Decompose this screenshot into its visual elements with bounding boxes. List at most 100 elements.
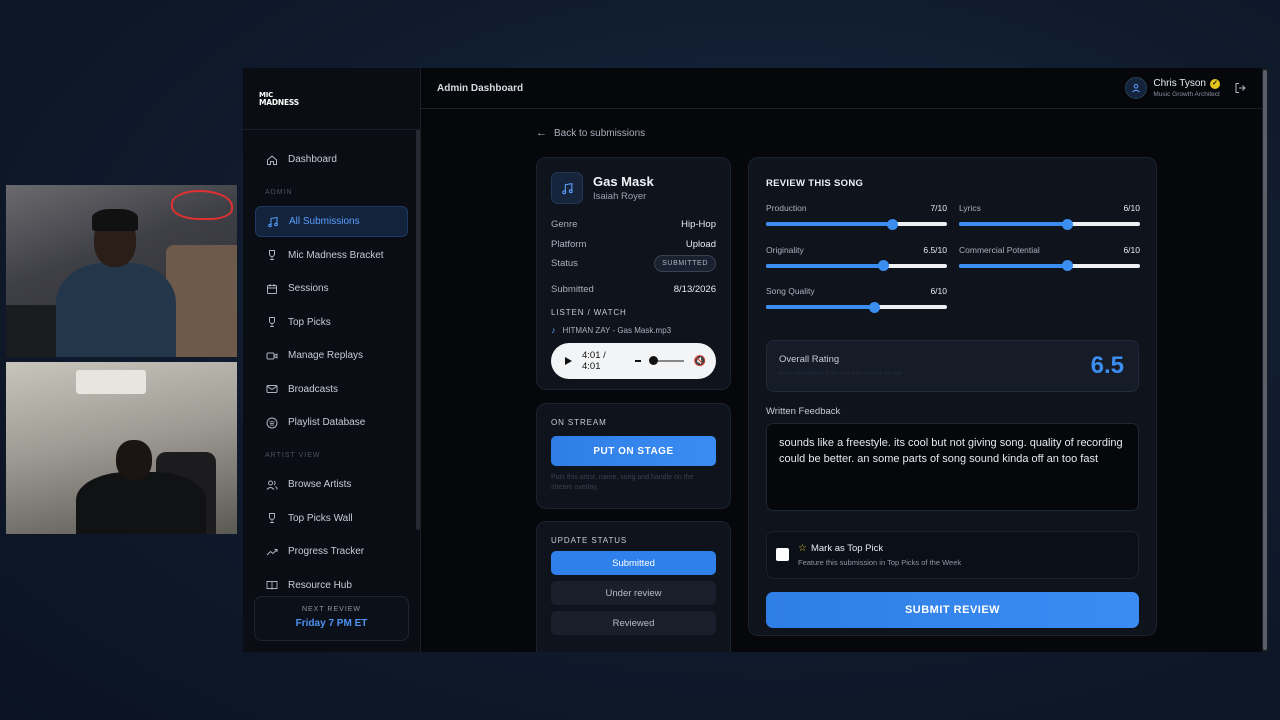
user-menu[interactable]: Chris Tyson ✓ Music Growth Architect <box>1125 77 1220 99</box>
user-avatar-icon <box>1125 77 1148 99</box>
sidebar-item-dashboard[interactable]: Dashboard <box>255 144 408 175</box>
spotify-icon <box>265 416 279 430</box>
meta-row-genre: Genre Hip-Hop <box>551 219 716 231</box>
volume-low-icon <box>634 360 642 362</box>
score-sliders: Production 7/10 Lyrics 6/10 Originality 6.5… <box>766 203 1140 328</box>
trophy-icon <box>265 315 279 329</box>
slider-commercial-potential[interactable]: Commercial Potential 6/10 <box>959 245 1140 287</box>
meta-row-submitted: Submitted 8/13/2026 <box>551 283 716 295</box>
status-badge: SUBMITTED <box>654 255 716 273</box>
user-role: Music Growth Architect <box>1153 91 1220 98</box>
music-note-icon: ♪ <box>551 325 556 335</box>
trend-icon <box>265 545 279 559</box>
sidebar-item-label: Resource Hub <box>288 579 352 591</box>
song-title: Gas Mask <box>593 174 654 189</box>
sidebar-item-top-picks-wall[interactable]: Top Picks Wall <box>255 503 408 534</box>
meta-row-status: Status SUBMITTED <box>551 254 716 274</box>
slider-handle[interactable] <box>869 301 881 313</box>
audio-player: 4:01 / 4:01 🔇 <box>551 343 716 379</box>
top-pick-description: Feature this submission in Top Picks of … <box>798 557 962 567</box>
on-stream-hint: Puts this artist, name, song and handle … <box>551 474 694 491</box>
status-option-reviewed[interactable]: Reviewed <box>551 611 716 635</box>
sidebar-item-label: All Submissions <box>289 216 360 227</box>
review-title: REVIEW THIS SONG <box>766 178 864 189</box>
update-status-label: UPDATE STATUS <box>551 536 628 545</box>
slider-lyrics[interactable]: Lyrics 6/10 <box>959 203 1140 245</box>
sidebar-item-playlist-database[interactable]: Playlist Database <box>255 407 408 438</box>
review-card: REVIEW THIS SONG Production 7/10 Lyrics 6/… <box>748 157 1157 636</box>
top-bar: Admin Dashboard Chris Tyson ✓ Music Growt… <box>421 68 1268 109</box>
logo-line-2: MADNESS <box>259 97 299 107</box>
webcam-feed-host <box>6 185 237 357</box>
sidebar-item-label: Sessions <box>288 283 329 294</box>
slider-production[interactable]: Production 7/10 <box>766 203 947 245</box>
book-icon <box>265 578 279 592</box>
slider-handle[interactable] <box>878 260 890 271</box>
sidebar-item-progress-tracker[interactable]: Progress Tracker <box>255 536 408 567</box>
back-to-submissions-link[interactable]: ← Back to submissions <box>536 127 645 139</box>
player-time: 4:01 / 4:01 <box>582 350 606 372</box>
page-title: Admin Dashboard <box>437 82 524 94</box>
overall-rating-value: 6.5 <box>1090 351 1124 379</box>
user-name: Chris Tyson <box>1153 78 1206 89</box>
slider-track[interactable] <box>959 218 1140 230</box>
submit-review-button[interactable]: SUBMIT REVIEW <box>766 591 1139 628</box>
mute-icon[interactable]: 🔇 <box>694 356 706 367</box>
trophy-icon <box>265 248 279 262</box>
slider-track[interactable] <box>766 260 947 271</box>
verified-badge-icon: ✓ <box>1210 78 1220 89</box>
status-option-under-review[interactable]: Under review <box>551 581 716 605</box>
slider-song-quality[interactable]: Song Quality 6/10 <box>766 286 947 328</box>
sidebar-item-label: Playlist Database <box>288 417 366 428</box>
on-stream-label: ON STREAM <box>551 418 607 427</box>
slider-track[interactable] <box>766 218 947 230</box>
trophy-icon <box>265 511 279 525</box>
sidebar-item-label: Progress Tracker <box>288 546 365 557</box>
sidebar-item-browse-artists[interactable]: Browse Artists <box>255 469 408 500</box>
song-artist: Isaiah Royer <box>593 191 647 202</box>
overall-rating-sub: Auto-calculated from the five scores abo… <box>779 369 902 377</box>
written-feedback-textarea[interactable]: sounds like a freestyle. its cool but no… <box>766 422 1139 511</box>
app-window: MIC MADNESS Dashboard ADMIN All Submissi… <box>243 68 1268 652</box>
sidebar-item-manage-replays[interactable]: Manage Replays <box>255 340 408 371</box>
main-content: Admin Dashboard Chris Tyson ✓ Music Growt… <box>421 68 1268 652</box>
sidebar-nav: Dashboard ADMIN All Submissions Mic Madn… <box>243 130 420 601</box>
sidebar-item-label: Broadcasts <box>288 383 339 395</box>
put-on-stage-button[interactable]: PUT ON STAGE <box>551 436 716 466</box>
written-feedback-label: Written Feedback <box>766 405 841 417</box>
logout-icon[interactable] <box>1234 82 1246 94</box>
home-icon <box>265 153 279 167</box>
users-icon <box>265 478 279 492</box>
slider-handle[interactable] <box>887 218 899 230</box>
sidebar-item-sessions[interactable]: Sessions <box>255 273 408 304</box>
volume-slider[interactable] <box>649 356 684 365</box>
sidebar-item-label: Mic Madness Bracket <box>288 249 384 261</box>
meta-row-platform: Platform Upload <box>551 238 716 250</box>
section-label-admin: ADMIN <box>265 189 293 196</box>
music-note-icon <box>551 172 583 204</box>
section-label-artist-view: ARTIST VIEW <box>265 452 321 459</box>
main-scrollbar[interactable] <box>1262 68 1268 652</box>
sidebar-item-label: Manage Replays <box>288 350 364 361</box>
sidebar-item-top-picks[interactable]: Top Picks <box>255 307 408 338</box>
drawing-annotation <box>171 190 233 220</box>
play-icon[interactable] <box>565 357 572 365</box>
sidebar: MIC MADNESS Dashboard ADMIN All Submissi… <box>243 68 421 652</box>
slider-track[interactable] <box>766 301 947 313</box>
sidebar-item-all-submissions[interactable]: All Submissions <box>255 206 408 237</box>
sidebar-scrollbar[interactable] <box>416 130 420 530</box>
slider-originality[interactable]: Originality 6.5/10 <box>766 245 947 287</box>
top-pick-option[interactable]: ☆ Mark as Top Pick Feature this submissio… <box>766 530 1139 579</box>
sidebar-item-broadcasts[interactable]: Broadcasts <box>255 374 408 405</box>
update-status-card: UPDATE STATUS Submitted Under review Rev… <box>536 521 731 652</box>
logo[interactable]: MIC MADNESS <box>243 68 420 130</box>
slider-handle[interactable] <box>1062 218 1074 230</box>
next-review-box: NEXT REVIEW Friday 7 PM ET <box>254 596 409 641</box>
star-icon: ☆ <box>798 542 807 554</box>
top-pick-checkbox[interactable] <box>776 548 789 561</box>
status-option-submitted[interactable]: Submitted <box>551 551 716 575</box>
slider-handle[interactable] <box>1062 260 1074 271</box>
overall-rating-box: Overall Rating Auto-calculated from the … <box>766 339 1139 392</box>
sidebar-item-bracket[interactable]: Mic Madness Bracket <box>255 240 408 271</box>
slider-track[interactable] <box>959 260 1140 271</box>
